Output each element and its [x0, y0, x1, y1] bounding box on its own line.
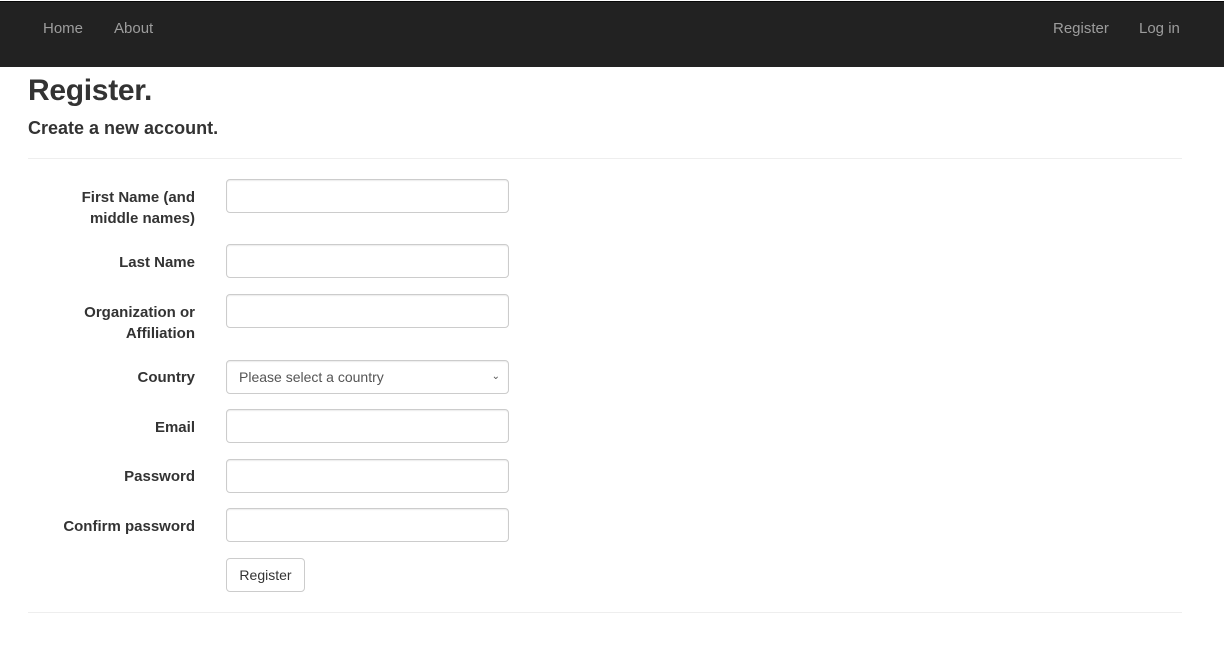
page-title: Register.	[28, 74, 153, 107]
navbar: Home About Register Log in	[0, 1, 1224, 67]
confirm-password-label: Confirm password	[63, 518, 195, 535]
first-name-label: First Name (and middle names)	[15, 187, 195, 229]
label-line: middle names)	[89, 210, 195, 227]
chevron-down-icon: ⌄	[491, 371, 500, 382]
organization-label: Organization or Affiliation	[15, 302, 195, 344]
last-name-input[interactable]	[226, 244, 509, 278]
footer-divider	[28, 612, 1182, 613]
label-line: First Name (and	[81, 189, 195, 206]
country-label: Country	[137, 369, 196, 386]
nav-register-link[interactable]: Register	[1053, 20, 1109, 37]
country-select[interactable]: Please select a country ⌄	[226, 360, 509, 394]
nav-about-link[interactable]: About	[114, 20, 153, 37]
country-select-value: Please select a country	[239, 369, 384, 385]
confirm-password-input[interactable]	[226, 508, 509, 542]
register-button[interactable]: Register	[226, 558, 305, 592]
page-subtitle: Create a new account.	[28, 118, 219, 138]
password-label: Password	[124, 468, 195, 485]
label-line: Affiliation	[125, 325, 195, 342]
label-line: Organization or	[84, 304, 195, 321]
nav-login-link[interactable]: Log in	[1139, 20, 1180, 37]
nav-home-link[interactable]: Home	[43, 20, 83, 37]
email-label: Email	[154, 419, 195, 436]
email-input[interactable]	[226, 409, 509, 443]
first-name-input[interactable]	[226, 179, 509, 213]
organization-input[interactable]	[226, 294, 509, 328]
password-input[interactable]	[226, 459, 509, 493]
last-name-label: Last Name	[119, 254, 195, 271]
divider	[28, 158, 1182, 159]
